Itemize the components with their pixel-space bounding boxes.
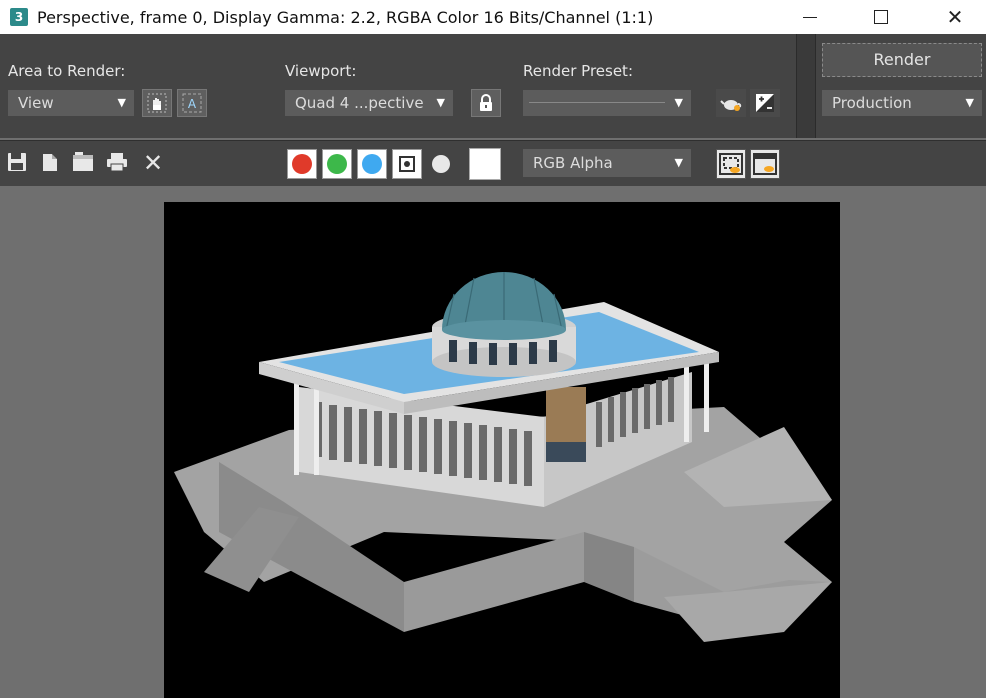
render-preset-label: Render Preset:: [523, 62, 633, 80]
blue-channel-toggle[interactable]: [357, 149, 387, 179]
channel-display-dropdown[interactable]: RGB Alpha ▼: [523, 149, 691, 177]
clear-image-button[interactable]: ✕: [142, 149, 164, 177]
title-bar: 3 Perspective, frame 0, Display Gamma: 2…: [0, 0, 986, 34]
clone-icon: [73, 152, 93, 171]
chevron-down-icon: ▼: [674, 156, 683, 169]
frame-buffer-toolbar: ✕ RGB Alpha ▼: [0, 140, 986, 186]
chevron-down-icon: ▼: [674, 96, 683, 109]
preset-separator: [529, 102, 665, 103]
mono-toggle-icon[interactable]: [432, 155, 450, 173]
area-to-render-label: Area to Render:: [8, 62, 126, 80]
toggle-ui-overlay-button[interactable]: [716, 149, 746, 179]
building-render: [174, 272, 832, 642]
copy-icon: [43, 154, 57, 171]
render-mode-value: Production: [832, 94, 912, 112]
chevron-down-icon: ▼: [965, 96, 974, 109]
alpha-channel-toggle[interactable]: [392, 149, 422, 179]
exposure-icon: [756, 94, 774, 112]
3dsmax-app-icon: 3: [10, 8, 28, 26]
print-image-button[interactable]: [106, 152, 128, 174]
chevron-down-icon: ▼: [117, 96, 126, 109]
maximize-button[interactable]: [858, 0, 904, 34]
window-title: Perspective, frame 0, Display Gamma: 2.2…: [37, 7, 654, 27]
red-dot-icon: [292, 154, 312, 174]
close-button[interactable]: ✕: [932, 0, 978, 34]
toggle-ui-icon: [753, 153, 777, 175]
swatch-color[interactable]: [469, 148, 501, 180]
area-to-render-value: View: [18, 94, 54, 112]
blue-dot-icon: [362, 154, 382, 174]
toolbar-divider: [796, 34, 816, 138]
channel-display-value: RGB Alpha: [533, 154, 613, 172]
render-mode-dropdown[interactable]: Production ▼: [822, 90, 982, 116]
green-dot-icon: [327, 154, 347, 174]
viewport-dropdown[interactable]: Quad 4 ...pective ▼: [285, 90, 453, 116]
viewport-label: Viewport:: [285, 62, 357, 80]
lock-viewport-button[interactable]: [471, 89, 501, 117]
green-channel-toggle[interactable]: [322, 149, 352, 179]
area-to-render-dropdown[interactable]: View ▼: [8, 90, 134, 116]
lock-icon: [480, 94, 492, 111]
chevron-down-icon: ▼: [436, 96, 445, 109]
viewport-value: Quad 4 ...pective: [295, 94, 424, 112]
auto-region-icon: A: [182, 93, 202, 113]
hand-icon: [147, 93, 167, 113]
alpha-square-icon: [399, 156, 415, 172]
clone-window-button[interactable]: [72, 152, 94, 174]
teapot-icon: [720, 100, 742, 111]
print-icon: [107, 153, 127, 172]
minimize-icon: [803, 16, 817, 18]
render-setup-button[interactable]: [716, 89, 746, 117]
copy-image-button[interactable]: [40, 152, 62, 174]
render-settings-toolbar: Area to Render: View ▼ A Viewport: Quad …: [0, 34, 986, 138]
render-preset-dropdown[interactable]: ▼: [523, 90, 691, 116]
save-image-button[interactable]: [6, 152, 28, 174]
overlay-icon: [719, 153, 743, 175]
red-channel-toggle[interactable]: [287, 149, 317, 179]
auto-region-button[interactable]: A: [177, 89, 207, 117]
rendered-image: [164, 202, 840, 698]
close-icon: ✕: [946, 5, 964, 29]
toggle-ui-button[interactable]: [750, 149, 780, 179]
save-icon: [8, 153, 26, 171]
minimize-button[interactable]: [787, 0, 833, 34]
svg-text:A: A: [188, 97, 197, 111]
environment-effects-button[interactable]: [750, 89, 780, 117]
edit-region-button[interactable]: [142, 89, 172, 117]
render-button[interactable]: Render: [822, 43, 982, 77]
clear-x-icon: ✕: [142, 149, 164, 177]
maximize-icon: [874, 10, 888, 24]
